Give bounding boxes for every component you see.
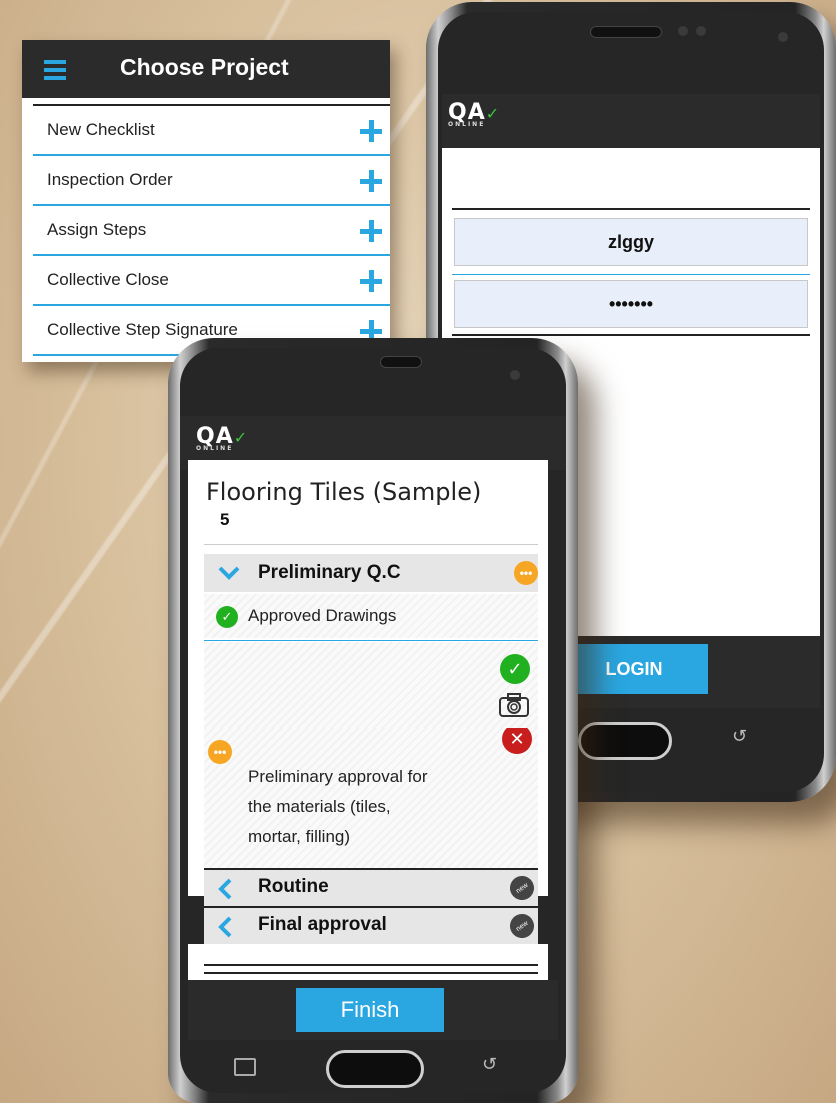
new-badge-icon: new xyxy=(505,871,539,905)
plus-icon[interactable] xyxy=(360,270,382,292)
sensor-icon xyxy=(696,26,706,36)
step-more-options-icon[interactable]: ••• xyxy=(208,740,232,764)
section-title: Routine xyxy=(258,876,329,897)
checklist-title: Flooring Tiles (Sample) xyxy=(206,478,482,506)
login-app-bar: QA✓ ONLINE xyxy=(442,94,820,148)
more-options-icon[interactable]: ••• xyxy=(514,561,538,585)
checklist-bottom-bar: Finish xyxy=(188,980,558,1040)
menu-item-collective-close[interactable]: Collective Close xyxy=(33,256,390,306)
divider xyxy=(204,972,538,974)
sensor-icon xyxy=(778,32,788,42)
step-detail-panel: ✓ xyxy=(204,642,538,728)
menu-item-assign-steps[interactable]: Assign Steps xyxy=(33,206,390,256)
menu-list: New Checklist Inspection Order Assign St… xyxy=(33,104,390,356)
sensor-icon xyxy=(510,370,520,380)
camera-icon[interactable] xyxy=(498,692,530,718)
menu-item-label: Inspection Order xyxy=(47,170,173,189)
section-routine[interactable]: Routine new xyxy=(204,868,539,906)
chevron-down-icon[interactable] xyxy=(218,566,240,580)
checklist-display-area: Flooring Tiles (Sample) 5 Preliminary Q.… xyxy=(188,460,548,728)
divider xyxy=(204,544,538,545)
speaker-grille xyxy=(590,26,662,38)
check-circle-icon: ✓ xyxy=(216,606,238,628)
step-row-approved-drawings[interactable]: ✓ Approved Drawings xyxy=(204,594,538,638)
divider xyxy=(204,964,538,966)
approve-step-icon[interactable]: ✓ xyxy=(500,654,530,684)
divider xyxy=(452,208,810,210)
menu-header: Choose Project xyxy=(22,40,390,98)
section-title: Preliminary Q.C xyxy=(258,562,401,583)
checklist-white-bg-lower xyxy=(188,728,204,896)
section-title: Final approval xyxy=(258,914,387,935)
step-label: Approved Drawings xyxy=(248,606,397,625)
checklist-white-bg-lower-right xyxy=(538,728,548,896)
plus-icon[interactable] xyxy=(360,220,382,242)
menu-title: Choose Project xyxy=(120,54,289,80)
password-field[interactable]: ••••••• xyxy=(454,280,808,328)
qa-online-logo: QA✓ ONLINE xyxy=(448,100,500,128)
menu-item-label: Collective Step Signature xyxy=(47,320,238,339)
home-button[interactable] xyxy=(326,1050,424,1088)
chevron-left-icon[interactable] xyxy=(218,878,232,900)
step-description-line: Preliminary approval for xyxy=(248,767,428,786)
new-badge-icon: new xyxy=(505,909,539,943)
section-final-approval[interactable]: Final approval new xyxy=(204,906,539,944)
recent-apps-key-icon[interactable] xyxy=(234,1058,256,1076)
divider xyxy=(452,274,810,275)
step-description-line: mortar, filling) xyxy=(248,827,351,846)
divider xyxy=(452,334,810,336)
qa-online-logo: QA✓ ONLINE xyxy=(196,424,248,452)
reject-step-icon[interactable]: ✕ xyxy=(502,728,532,754)
menu-item-label: New Checklist xyxy=(47,120,155,139)
back-key-icon[interactable]: ↺ xyxy=(482,1054,497,1075)
plus-icon[interactable] xyxy=(360,120,382,142)
speaker-grille xyxy=(380,356,422,368)
username-field[interactable]: zlggy xyxy=(454,218,808,266)
divider xyxy=(204,640,538,641)
checklist-count: 5 xyxy=(220,510,230,529)
choose-project-menu: Choose Project New Checklist Inspection … xyxy=(22,40,390,362)
step-description: Preliminary approval for the materials (… xyxy=(248,762,428,852)
menu-item-label: Assign Steps xyxy=(47,220,147,239)
menu-item-new-checklist[interactable]: New Checklist xyxy=(33,106,390,156)
back-key-icon[interactable]: ↺ xyxy=(732,726,747,747)
finish-button[interactable]: Finish xyxy=(296,988,444,1032)
plus-icon[interactable] xyxy=(360,170,382,192)
section-preliminary-qc[interactable]: Preliminary Q.C ••• xyxy=(204,554,538,592)
chevron-left-icon[interactable] xyxy=(218,916,232,938)
menu-item-inspection-order[interactable]: Inspection Order xyxy=(33,156,390,206)
login-button[interactable]: LOGIN xyxy=(560,644,708,694)
home-button[interactable] xyxy=(578,722,672,760)
front-camera-icon xyxy=(678,26,688,36)
step-detail-lower: ✕ ••• Preliminary approval for the mater… xyxy=(204,728,538,868)
menu-item-label: Collective Close xyxy=(47,270,169,289)
hamburger-menu-icon[interactable] xyxy=(44,60,66,84)
step-description-line: the materials (tiles, xyxy=(248,797,391,816)
